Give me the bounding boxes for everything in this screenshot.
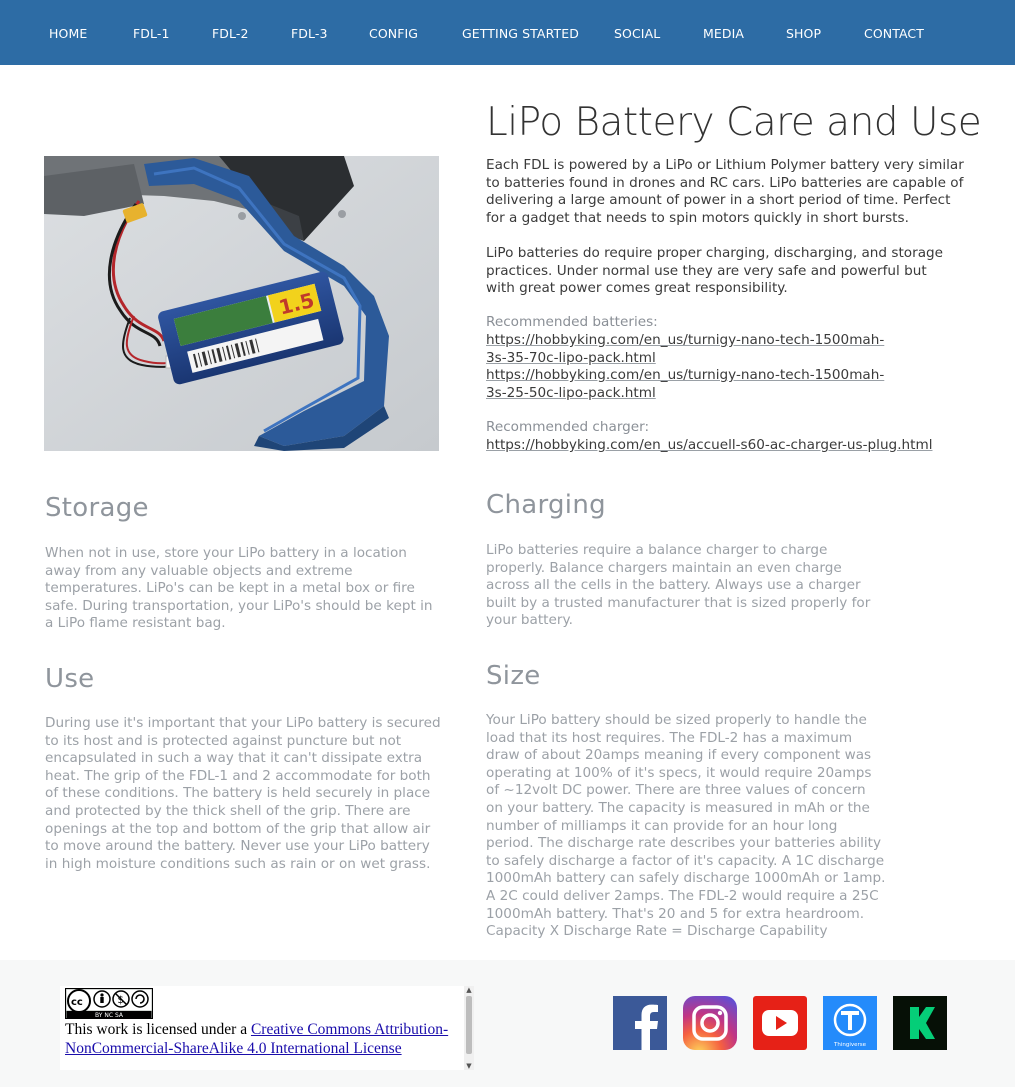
storage-heading: Storage <box>45 493 149 523</box>
charging-body: LiPo batteries require a balance charger… <box>486 542 871 629</box>
page-title: LiPo Battery Care and Use <box>486 100 982 145</box>
use-heading: Use <box>45 664 95 694</box>
nav-contact[interactable]: CONTACT <box>864 26 924 41</box>
instagram-icon[interactable] <box>683 996 737 1050</box>
cc-license-badge-icon[interactable]: cc $ BY NC SA <box>65 988 153 1019</box>
nav-fdl-2[interactable]: FDL-2 <box>212 26 249 41</box>
nav-home[interactable]: HOME <box>49 26 87 41</box>
responsibility-paragraph: LiPo batteries do require proper chargin… <box>486 245 944 297</box>
scroll-up-icon[interactable]: ▲ <box>464 986 474 994</box>
charger-link[interactable]: https://hobbyking.com/en_us/accuell-s60-… <box>486 437 956 455</box>
nav-social[interactable]: SOCIAL <box>614 26 660 41</box>
recommended-charger-label: Recommended charger: <box>486 419 650 435</box>
storage-body: When not in use, store your LiPo battery… <box>45 545 433 632</box>
nav-fdl-1[interactable]: FDL-1 <box>133 26 170 41</box>
svg-text:Thingiverse: Thingiverse <box>833 1042 867 1048</box>
size-body: Your LiPo battery should be sized proper… <box>486 712 886 940</box>
top-nav-bar: HOME FDL-1 FDL-2 FDL-3 CONFIG GETTING ST… <box>0 0 1015 65</box>
license-text: This work is licensed under a Creative C… <box>65 1021 449 1057</box>
nav-fdl-3[interactable]: FDL-3 <box>291 26 328 41</box>
intro-paragraph: Each FDL is powered by a LiPo or Lithium… <box>486 157 964 226</box>
recommended-batteries-label: Recommended batteries: <box>486 314 658 330</box>
battery-photo: 1.5 <box>44 156 439 451</box>
nav-getting-started[interactable]: GETTING STARTED <box>462 26 579 41</box>
svg-text:cc: cc <box>71 997 83 1008</box>
nav-media[interactable]: MEDIA <box>703 26 744 41</box>
charging-heading: Charging <box>486 490 606 520</box>
size-heading: Size <box>486 661 541 691</box>
scroll-thumb[interactable] <box>466 996 472 1054</box>
kickstarter-icon[interactable] <box>893 996 947 1050</box>
svg-text:BY NC SA: BY NC SA <box>95 1012 124 1019</box>
battery-link-2[interactable]: https://hobbyking.com/en_us/turnigy-nano… <box>486 367 886 402</box>
nav-config[interactable]: CONFIG <box>369 26 418 41</box>
thingiverse-icon[interactable]: Thingiverse <box>823 996 877 1050</box>
facebook-icon[interactable] <box>613 996 667 1050</box>
use-body: During use it's important that your LiPo… <box>45 715 441 872</box>
nav-shop[interactable]: SHOP <box>786 26 821 41</box>
scroll-down-icon[interactable]: ▼ <box>464 1062 474 1070</box>
license-scrollbar[interactable]: ▲ ▼ <box>464 986 474 1070</box>
license-embed: cc $ BY NC SA This work is licensed unde… <box>60 986 474 1070</box>
battery-link-1[interactable]: https://hobbyking.com/en_us/turnigy-nano… <box>486 332 886 367</box>
youtube-icon[interactable] <box>753 996 807 1050</box>
